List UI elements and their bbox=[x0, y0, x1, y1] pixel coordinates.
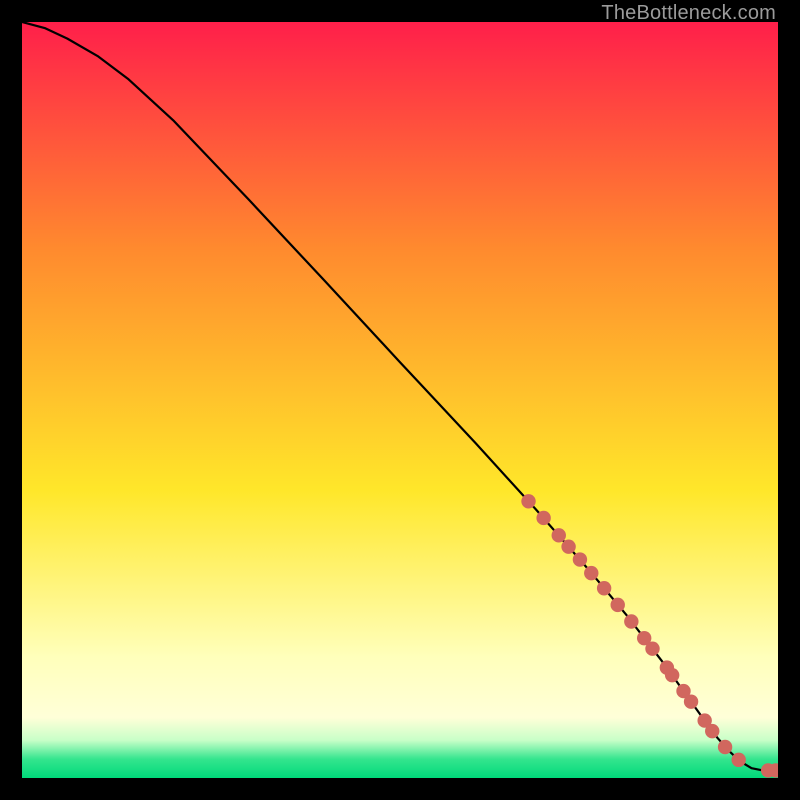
data-point bbox=[645, 642, 659, 656]
data-point bbox=[705, 724, 719, 738]
data-point bbox=[718, 740, 732, 754]
data-point bbox=[597, 581, 611, 595]
data-point bbox=[573, 552, 587, 566]
data-point bbox=[552, 528, 566, 542]
data-point bbox=[584, 566, 598, 580]
data-point bbox=[731, 753, 745, 767]
data-point bbox=[665, 668, 679, 682]
attribution-text: TheBottleneck.com bbox=[601, 2, 776, 25]
data-point bbox=[521, 494, 535, 508]
data-point bbox=[536, 511, 550, 525]
chart-frame bbox=[22, 22, 778, 778]
data-point bbox=[611, 598, 625, 612]
data-point bbox=[684, 694, 698, 708]
data-point bbox=[561, 539, 575, 553]
chart-plot bbox=[22, 22, 778, 778]
data-point bbox=[624, 614, 638, 628]
